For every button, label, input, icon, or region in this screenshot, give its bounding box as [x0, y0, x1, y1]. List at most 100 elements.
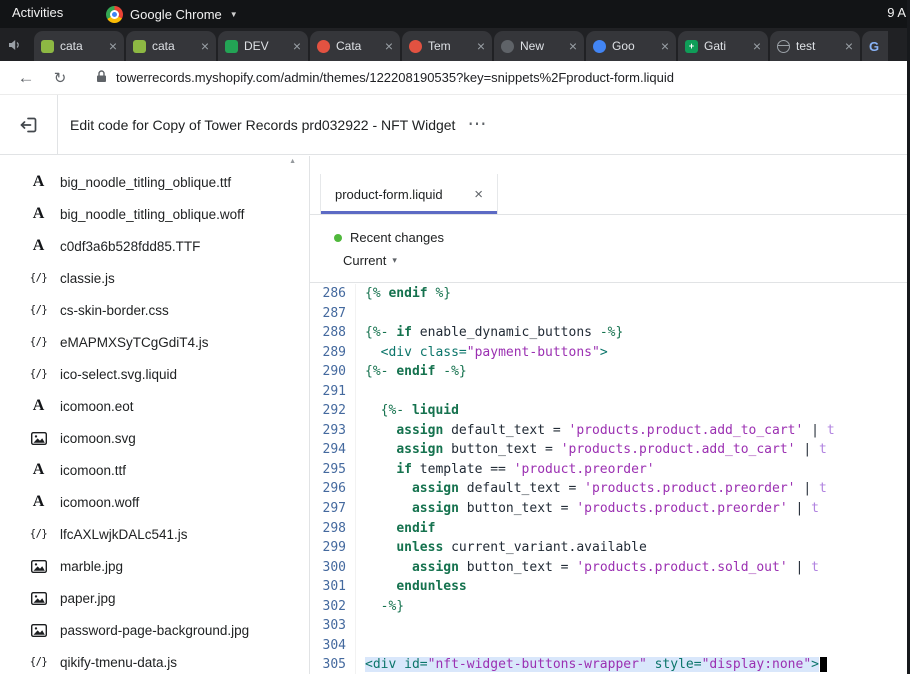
code-line[interactable]: 296 assign default_text = 'products.prod…: [310, 479, 910, 499]
file-item[interactable]: {/}ico-select.svg.liquid: [0, 358, 309, 390]
code-line-text: <div id="nft-widget-buttons-wrapper" sty…: [356, 655, 910, 674]
file-item[interactable]: Aicomoon.ttf: [0, 454, 309, 486]
shopify-icon: [133, 40, 146, 53]
file-name: icomoon.ttf: [60, 463, 126, 478]
code-line-text: <div class="payment-buttons">: [356, 343, 910, 363]
code-editor[interactable]: 286{% endif %}287288{%- if enable_dynami…: [310, 284, 910, 674]
browser-tab[interactable]: test ×: [770, 31, 860, 61]
line-number: 286: [310, 284, 356, 304]
tab-close-icon[interactable]: ×: [293, 39, 301, 53]
code-line[interactable]: 291: [310, 382, 910, 402]
browser-tab[interactable]: cata×: [34, 31, 124, 61]
reload-button[interactable]: ↻: [50, 69, 70, 87]
code-file-icon: {/}: [30, 368, 47, 380]
tab-close-icon[interactable]: ×: [569, 39, 577, 53]
code-line[interactable]: 299 unless current_variant.available: [310, 538, 910, 558]
file-name: icomoon.woff: [60, 495, 139, 510]
address-bar[interactable]: towerrecords.myshopify.com/admin/themes/…: [96, 70, 674, 86]
version-dropdown[interactable]: Current ▾: [343, 253, 910, 268]
image-file-icon: [30, 624, 47, 637]
chevron-down-icon: ▾: [392, 255, 397, 266]
file-item[interactable]: marble.jpg: [0, 550, 309, 582]
exit-editor-button[interactable]: [0, 115, 57, 135]
back-button[interactable]: ←: [16, 68, 36, 88]
tab-close-icon[interactable]: ×: [661, 39, 669, 53]
browser-tab-title: Goo: [612, 39, 655, 53]
google-g-icon: G: [869, 40, 879, 53]
file-item[interactable]: Abig_noodle_titling_oblique.woff: [0, 198, 309, 230]
tab-close-icon[interactable]: ×: [385, 39, 393, 53]
browser-tab[interactable]: DEV×: [218, 31, 308, 61]
code-line[interactable]: 295 if template == 'product.preorder': [310, 460, 910, 480]
active-app-menu[interactable]: Google Chrome ▼: [106, 0, 238, 28]
browser-tab[interactable]: Cata×: [310, 31, 400, 61]
editor-tab-product-form[interactable]: product-form.liquid ×: [320, 174, 498, 214]
code-line-text: assign button_text = 'products.product.p…: [356, 499, 910, 519]
code-line[interactable]: 300 assign button_text = 'products.produ…: [310, 558, 910, 578]
file-item[interactable]: Abig_noodle_titling_oblique.ttf: [0, 166, 309, 198]
file-item-partial[interactable]: A: [0, 156, 309, 166]
code-line[interactable]: 286{% endif %}: [310, 284, 910, 304]
code-line[interactable]: 293 assign default_text = 'products.prod…: [310, 421, 910, 441]
tab-close-icon[interactable]: ×: [477, 39, 485, 53]
file-item[interactable]: {/}qikify-tmenu-data.js: [0, 646, 309, 674]
file-item[interactable]: Aicomoon.woff: [0, 486, 309, 518]
code-line[interactable]: 298 endif: [310, 519, 910, 539]
tab-close-icon[interactable]: ×: [845, 39, 853, 53]
lock-icon: [96, 70, 107, 86]
file-item[interactable]: {/}cs-skin-border.css: [0, 294, 309, 326]
code-line-text: if template == 'product.preorder': [356, 460, 910, 480]
code-file-icon: {/}: [30, 656, 47, 668]
more-options-button[interactable]: ⋯: [467, 113, 486, 136]
code-line-text: assign button_text = 'products.product.s…: [356, 558, 910, 578]
code-line[interactable]: 301 endunless: [310, 577, 910, 597]
file-list: AAbig_noodle_titling_oblique.ttfAbig_noo…: [0, 156, 309, 674]
code-line[interactable]: 292 {%- liquid: [310, 401, 910, 421]
browser-tab[interactable]: G: [862, 31, 888, 61]
scrollbar-up-icon[interactable]: ▲: [289, 158, 296, 165]
code-line[interactable]: 290{%- endif -%}: [310, 362, 910, 382]
file-item[interactable]: {/}eMAPMXSyTCgGdiT4.js: [0, 326, 309, 358]
line-number: 291: [310, 382, 356, 402]
file-item[interactable]: paper.jpg: [0, 582, 309, 614]
red-site-icon: [317, 40, 330, 53]
close-icon[interactable]: ×: [474, 186, 483, 203]
file-item[interactable]: icomoon.svg: [0, 422, 309, 454]
file-item[interactable]: password-page-background.jpg: [0, 614, 309, 646]
browser-tab[interactable]: Goo ×: [586, 31, 676, 61]
code-line[interactable]: 289 <div class="payment-buttons">: [310, 343, 910, 363]
activities-button[interactable]: Activities: [12, 5, 63, 20]
tab-close-icon[interactable]: ×: [109, 39, 117, 53]
line-number: 299: [310, 538, 356, 558]
code-line[interactable]: 302 -%}: [310, 597, 910, 617]
image-file-icon: [30, 432, 47, 445]
code-line[interactable]: 287: [310, 304, 910, 324]
file-item[interactable]: {/}lfcAXLwjkDALc541.js: [0, 518, 309, 550]
code-line[interactable]: 304: [310, 636, 910, 656]
code-line-text: {% endif %}: [356, 284, 910, 304]
code-line[interactable]: 288{%- if enable_dynamic_buttons -%}: [310, 323, 910, 343]
browser-tab[interactable]: cata×: [126, 31, 216, 61]
font-file-icon: A: [30, 397, 47, 415]
browser-tab[interactable]: +Gati×: [678, 31, 768, 61]
code-line-text: [356, 382, 910, 402]
code-line[interactable]: 303: [310, 616, 910, 636]
tab-close-icon[interactable]: ×: [753, 39, 761, 53]
browser-tab[interactable]: Tem×: [402, 31, 492, 61]
file-item[interactable]: Aicomoon.eot: [0, 390, 309, 422]
code-line-text: endif: [356, 519, 910, 539]
globe-icon: [777, 40, 790, 53]
file-item[interactable]: {/}classie.js: [0, 262, 309, 294]
clock[interactable]: 9 A: [887, 5, 906, 20]
line-number: 289: [310, 343, 356, 363]
url-text: towerrecords.myshopify.com/admin/themes/…: [116, 70, 674, 85]
font-file-icon: A: [30, 173, 47, 191]
speaker-icon[interactable]: [8, 38, 21, 56]
browser-tab-title: test: [796, 39, 839, 53]
code-line[interactable]: 305<div id="nft-widget-buttons-wrapper" …: [310, 655, 910, 674]
browser-tab[interactable]: New×: [494, 31, 584, 61]
tab-close-icon[interactable]: ×: [201, 39, 209, 53]
code-line[interactable]: 297 assign button_text = 'products.produ…: [310, 499, 910, 519]
code-line[interactable]: 294 assign button_text = 'products.produ…: [310, 440, 910, 460]
file-item[interactable]: Ac0df3a6b528fdd85.TTF: [0, 230, 309, 262]
